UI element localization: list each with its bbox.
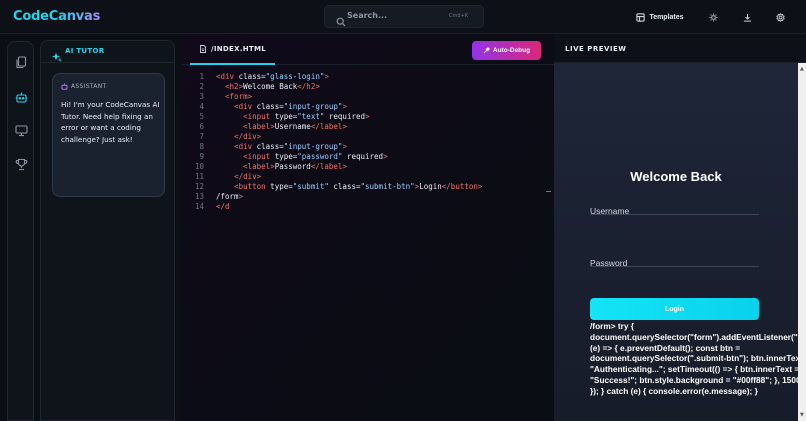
line-number: 10: [194, 162, 204, 171]
assistant-message: ASSISTANT Hi! I'm your CodeCanvas AI Tut…: [52, 73, 165, 197]
line-number: 12: [194, 182, 204, 191]
auto-debug-label: Auto-Debug: [492, 47, 531, 54]
line-number: 11: [194, 172, 204, 181]
code-line[interactable]: <input type="password" required>: [216, 152, 546, 162]
line-number: 8: [199, 142, 204, 151]
icon-rail: [7, 41, 34, 421]
message-role: ASSISTANT: [61, 83, 106, 90]
preview-header: LIVE PREVIEW: [554, 34, 806, 63]
monitor-icon[interactable]: [15, 122, 28, 137]
code-line[interactable]: </d: [216, 202, 546, 212]
tab-label: /INDEX.HTML: [211, 44, 267, 53]
code-line[interactable]: /form>: [216, 192, 546, 202]
bot-icon: [61, 83, 68, 90]
code-line[interactable]: <div class="input-group">: [216, 102, 546, 112]
ai-tutor-header: AI TUTOR: [41, 41, 174, 63]
line-number: 1: [199, 72, 204, 81]
search-placeholder: Search...: [347, 11, 388, 20]
code-line[interactable]: <button type="submit" class="submit-btn"…: [216, 182, 546, 192]
trophy-icon[interactable]: [15, 156, 28, 171]
line-number: 4: [199, 102, 204, 111]
search-box[interactable]: Search... Cmd+K: [324, 5, 484, 28]
code-line[interactable]: <form>: [216, 92, 546, 102]
download-button[interactable]: [739, 6, 755, 28]
scroll-up-icon[interactable]: ▲: [800, 66, 804, 72]
password-label: Password: [590, 258, 628, 268]
editor-scroll-indicator[interactable]: [546, 191, 551, 192]
templates-button[interactable]: Templates: [630, 6, 690, 28]
app-logo[interactable]: CodeCanvas: [13, 9, 100, 24]
templates-label: Templates: [649, 13, 684, 21]
code-line[interactable]: <label>Username</label>: [216, 122, 546, 132]
code-line[interactable]: <label>Password</label>: [216, 162, 546, 172]
code-content[interactable]: <div class="glass-login"> <h2>Welcome Ba…: [216, 72, 546, 212]
live-preview: Welcome Back Username Password Login /fo…: [554, 63, 798, 421]
code-line[interactable]: </div>: [216, 132, 546, 142]
message-text: Hi! I'm your CodeCanvas AI Tutor. Need h…: [61, 100, 160, 144]
line-number: 2: [199, 82, 204, 91]
code-line[interactable]: </div>: [216, 172, 546, 182]
bot-icon[interactable]: [15, 89, 28, 103]
ai-tutor-title: AI TUTOR: [65, 47, 105, 55]
tab-index-html[interactable]: /INDEX.HTML: [190, 34, 276, 65]
download-icon: [743, 10, 752, 25]
line-number: 5: [199, 112, 204, 121]
scroll-down-icon[interactable]: ▼: [800, 412, 804, 418]
line-numbers: 1 2 3 4 5 6 7 8 9 10 11 12 13 14: [182, 72, 204, 212]
message-role-label: ASSISTANT: [71, 83, 107, 90]
file-icon: [200, 44, 206, 53]
line-number: 7: [199, 132, 204, 141]
username-label: Username: [590, 206, 630, 216]
code-line[interactable]: <div class="glass-login">: [216, 72, 546, 82]
line-number: 3: [199, 92, 204, 101]
code-editor: /INDEX.HTML Auto-Debug 1 2 3 4 5 6 7 8 9 10 11 12 13…: [182, 34, 554, 421]
preview-scrollbar[interactable]: ▲ ▼: [798, 63, 806, 421]
editor-tab-bar: /INDEX.HTML Auto-Debug: [182, 34, 554, 65]
auto-debug-button[interactable]: Auto-Debug: [472, 41, 541, 60]
search-shortcut: Cmd+K: [448, 13, 468, 19]
code-line[interactable]: <h2>Welcome Back</h2>: [216, 82, 546, 92]
sun-icon: [708, 10, 718, 25]
theme-toggle-button[interactable]: [705, 6, 721, 28]
line-number: 6: [199, 122, 204, 131]
line-number: 13: [194, 192, 204, 201]
preview-leaked-script-text: /form> try { document.querySelector("for…: [590, 321, 798, 396]
line-number: 14: [194, 202, 204, 211]
files-icon[interactable]: [15, 54, 28, 69]
magic-wand-icon: [483, 47, 490, 54]
password-field[interactable]: Password: [590, 251, 759, 268]
gear-icon: [775, 10, 785, 25]
ai-tutor-panel: AI TUTOR ASSISTANT Hi! I'm your CodeCanv…: [40, 40, 175, 421]
code-line[interactable]: <input type="text" required>: [216, 112, 546, 122]
login-button[interactable]: Login: [590, 298, 759, 320]
search-icon: [336, 12, 346, 27]
settings-button[interactable]: [772, 6, 788, 28]
line-number: 9: [199, 152, 204, 161]
username-field[interactable]: Username: [590, 199, 759, 216]
top-bar: CodeCanvas Search... Cmd+K Templates: [0, 0, 806, 34]
code-line[interactable]: <div class="input-group">: [216, 142, 546, 152]
preview-title: LIVE PREVIEW: [565, 45, 627, 53]
sparkles-icon: [52, 47, 62, 62]
preview-heading: Welcome Back: [630, 169, 722, 184]
templates-icon: [636, 10, 646, 25]
